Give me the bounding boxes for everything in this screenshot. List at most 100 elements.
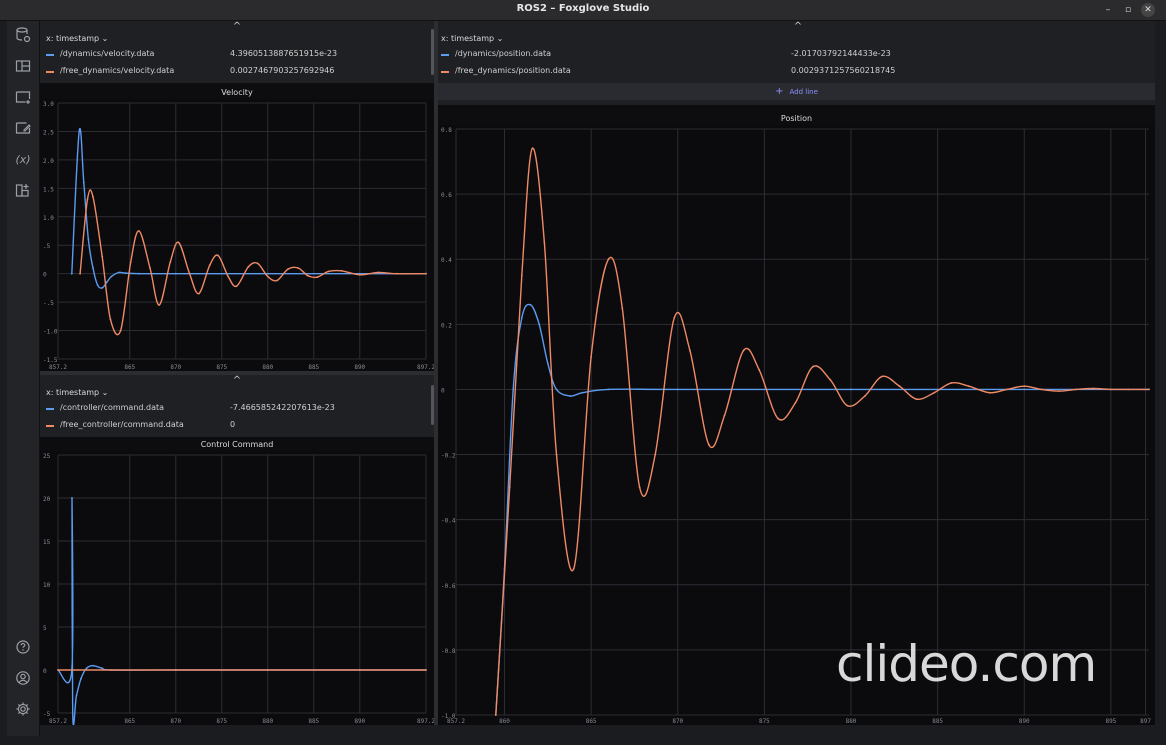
y-tick-label: 0.6 [441, 192, 452, 199]
y-tick-label: 0 [43, 272, 47, 279]
data-point [1092, 387, 1095, 390]
data-point [266, 275, 269, 278]
data-point [689, 349, 691, 352]
x-tick-label: 857.2 [447, 718, 465, 725]
data-point [92, 267, 94, 269]
data-point [117, 271, 120, 274]
plot-title: Velocity [221, 88, 253, 97]
close-button[interactable]: ✕ [1141, 3, 1155, 17]
data-point [915, 398, 918, 401]
series-value: 0.0029371257560218745 [791, 66, 896, 75]
x-tick-label: 870 [672, 718, 683, 725]
data-point [512, 388, 515, 391]
extensions-icon[interactable] [13, 182, 33, 202]
data-point [158, 304, 161, 306]
data-point [79, 272, 81, 275]
data-point [1023, 385, 1026, 388]
y-tick-label: 0.8 [441, 127, 452, 134]
maximize-button[interactable]: ▫ [1121, 3, 1135, 17]
x-axis-label: x: timestamp [46, 388, 100, 397]
legend-row[interactable]: /free_dynamics/velocity.data 0.002746790… [46, 65, 426, 79]
series-topic: /dynamics/velocity.data [60, 49, 155, 58]
x-axis-selector[interactable]: x: timestamp ⌄ [441, 34, 503, 43]
y-tick-label: 2.5 [43, 129, 54, 136]
y-tick-label: .5 [43, 243, 51, 250]
position-legend: ^ x: timestamp ⌄ /dynamics/position.data… [438, 21, 1155, 105]
series-value: -2.01703792144433e-23 [791, 49, 891, 58]
data-point [538, 323, 541, 326]
data-point [1075, 388, 1078, 391]
y-tick-label: 25 [43, 453, 51, 460]
account-icon[interactable] [13, 670, 33, 690]
add-line-button[interactable]: + Add line [438, 83, 1155, 100]
y-tick-label: 20 [43, 496, 51, 503]
collapse-legend-button[interactable]: ^ [227, 375, 247, 386]
x-tick-label: 880 [262, 718, 273, 725]
velocity-chart[interactable]: 3.0 2.5 2.0 1.5 1.0 .5 0 -.5 -1.0 -1.5 857.2 865 870… [40, 99, 434, 371]
data-point [119, 329, 122, 332]
data-point [96, 284, 99, 286]
data-point [508, 486, 511, 488]
x-tick-label: 885 [308, 364, 319, 371]
x-axis-selector[interactable]: x: timestamp ⌄ [46, 388, 108, 397]
data-point [607, 258, 610, 261]
series-value: 0 [230, 420, 236, 429]
connection-icon[interactable] [13, 27, 33, 47]
series-topic: /free_controller/command.data [60, 420, 184, 429]
x-tick-label: 870 [170, 364, 181, 371]
help-icon[interactable] [13, 639, 33, 659]
x-tick-label: 897.2 [417, 364, 434, 371]
panel-settings-icon[interactable] [13, 120, 33, 140]
data-point [80, 677, 82, 680]
legend-row[interactable]: /free_controller/command.data 0 [46, 419, 426, 433]
data-point [188, 272, 191, 275]
data-point [307, 275, 310, 277]
legend-row[interactable]: /free_dynamics/position.data 0.002937125… [441, 65, 1141, 79]
x-tick-label: 865 [124, 364, 135, 371]
data-point [546, 362, 549, 365]
data-point [654, 453, 657, 456]
data-point [581, 391, 584, 394]
data-point [1023, 388, 1026, 391]
data-point [898, 385, 901, 388]
data-point [85, 667, 88, 670]
data-point [174, 272, 177, 275]
y-tick-label: -0.8 [441, 648, 456, 655]
data-point [276, 279, 278, 282]
data-point [1148, 388, 1150, 391]
watermark: clideo.com [836, 635, 1097, 693]
data-point [881, 375, 884, 378]
data-point [227, 275, 230, 278]
x-tick-label: 875 [216, 364, 227, 371]
data-point [425, 272, 427, 275]
collapse-legend-button[interactable]: ^ [788, 21, 808, 32]
legend-row[interactable]: /controller/command.data -7.466585242207… [46, 402, 426, 416]
data-point [829, 378, 832, 381]
x-tick-label: 865 [586, 718, 597, 725]
data-point [950, 382, 953, 384]
data-point [101, 287, 104, 289]
layout-icon[interactable] [13, 58, 33, 78]
window-title: ROS2 – Foxglove Studio [516, 3, 650, 14]
series-value: 4.3960513887651915e-23 [230, 49, 338, 58]
minimize-button[interactable]: – [1101, 3, 1115, 17]
series-color-swatch [46, 71, 54, 73]
command-chart[interactable]: 25 20 15 10 5 0 -5 857.2 865 870 875 880 885 890 897.2 [40, 451, 434, 725]
data-point [287, 268, 289, 270]
x-tick-label: 890 [1019, 718, 1030, 725]
data-point [1006, 388, 1008, 391]
y-tick-label: -1.0 [43, 329, 58, 336]
data-point [812, 365, 814, 368]
x-axis-selector[interactable]: x: timestamp ⌄ [46, 34, 108, 43]
settings-icon[interactable] [13, 701, 33, 721]
collapse-legend-button[interactable]: ^ [227, 21, 247, 32]
plot-title: Position [780, 114, 813, 123]
legend-row[interactable]: /dynamics/position.data -2.0170379214443… [441, 48, 1141, 62]
data-point [569, 395, 572, 397]
command-legend: ^ x: timestamp ⌄ /controller/command.dat… [40, 375, 434, 437]
variables-icon[interactable]: (x) [13, 150, 33, 170]
data-point [494, 714, 497, 716]
y-tick-label: -5 [43, 711, 51, 718]
add-panel-icon[interactable] [13, 89, 33, 109]
legend-row[interactable]: /dynamics/velocity.data 4.39605138876519… [46, 48, 426, 62]
